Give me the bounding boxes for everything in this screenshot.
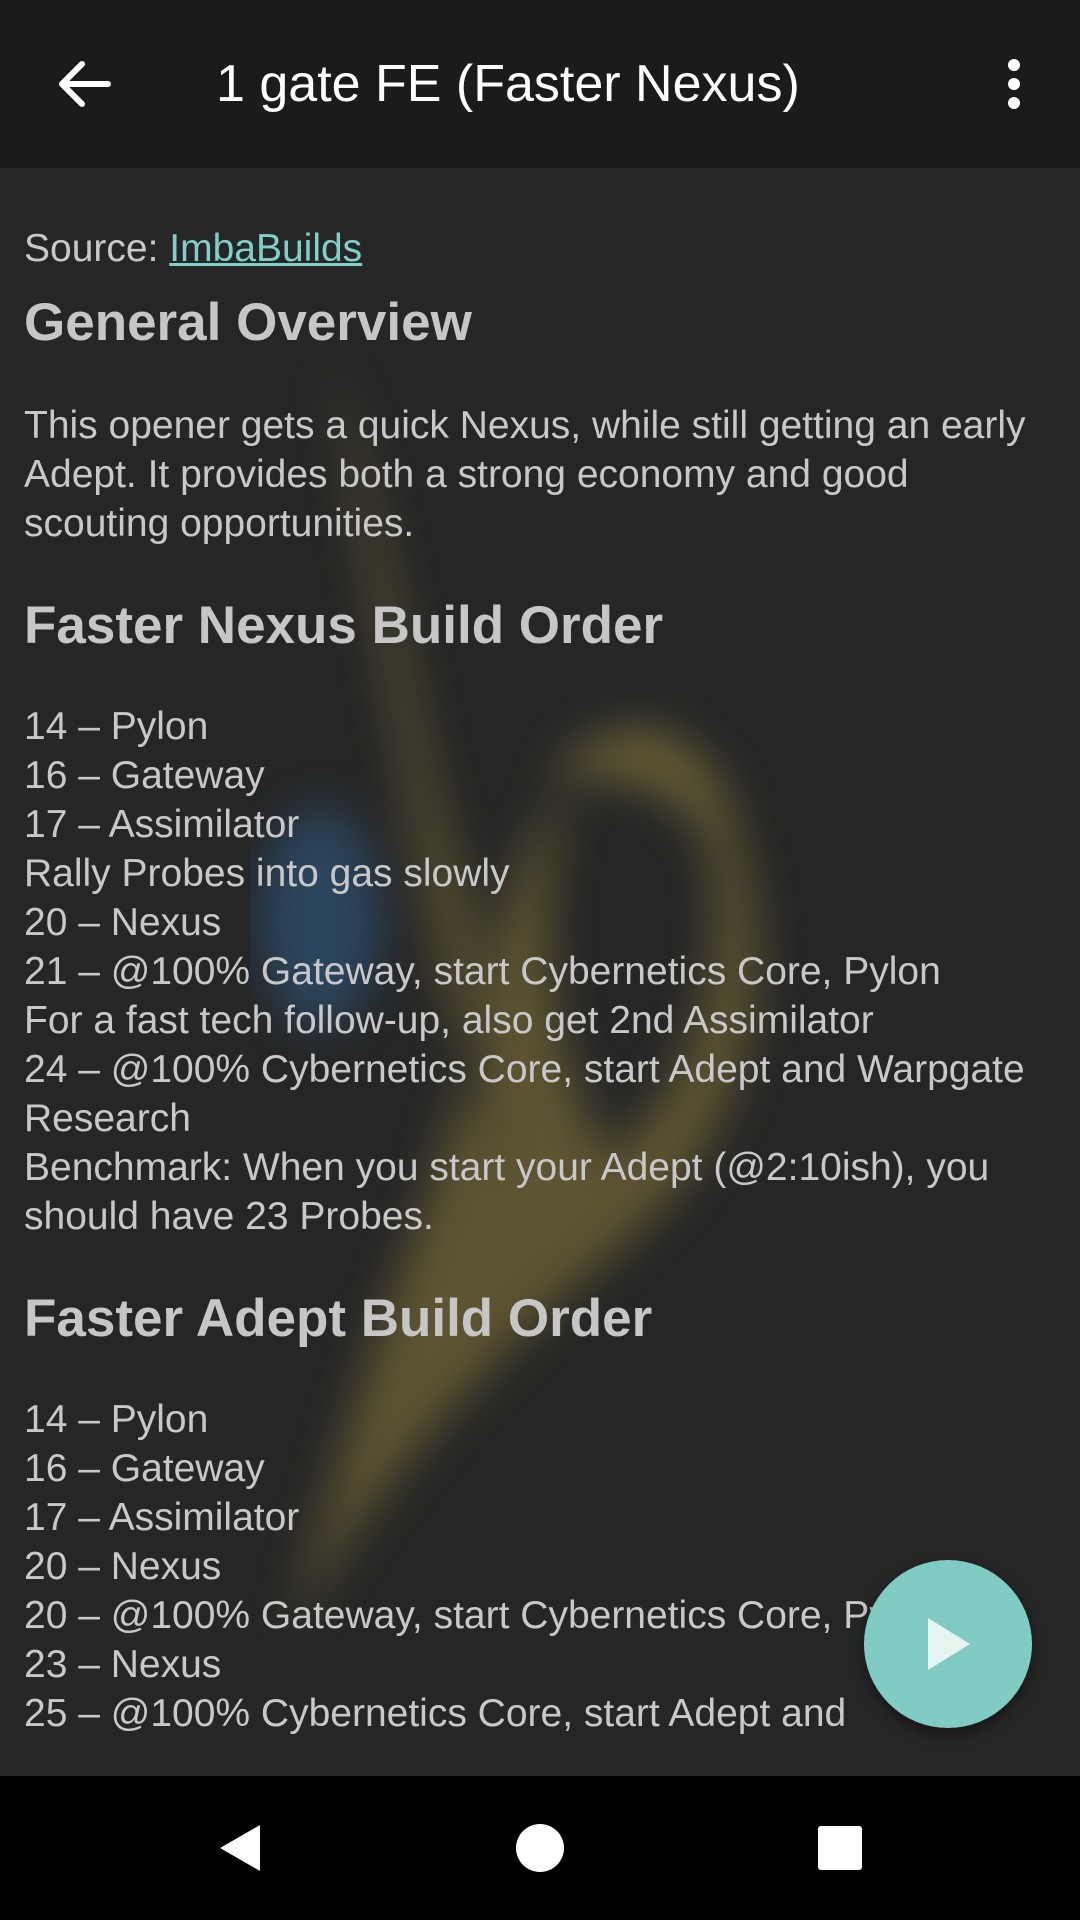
faster-nexus-heading: Faster Nexus Build Order (24, 596, 664, 655)
faster-nexus-steps: 14 – Pylon 16 – Gateway 17 – Assimilator… (24, 702, 1059, 1241)
list-item: Rally Probes into gas slowly (24, 852, 510, 895)
nav-recents-button[interactable] (800, 1808, 880, 1888)
article-content[interactable]: Source: ImbaBuilds General Overview This… (0, 168, 1080, 1776)
more-vert-icon (1008, 59, 1020, 109)
general-overview-text: This opener gets a quick Nexus, while st… (24, 404, 1026, 545)
app-bar: 1 gate FE (Faster Nexus) (0, 0, 1080, 168)
overflow-menu-button[interactable] (990, 52, 1038, 116)
list-item: 14 – Pylon (24, 1398, 209, 1441)
source-line: Source: ImbaBuilds (24, 224, 1059, 273)
nav-back-icon (220, 1825, 260, 1871)
source-label: Source: (24, 227, 170, 270)
system-nav-bar (0, 1776, 1080, 1920)
nav-home-button[interactable] (500, 1808, 580, 1888)
list-item: 17 – Assimilator (24, 803, 300, 846)
nav-home-icon (516, 1824, 564, 1872)
page-title: 1 gate FE (Faster Nexus) (216, 55, 800, 113)
list-item: 20 – Nexus (24, 901, 222, 944)
list-item: Benchmark: When you start your Adept (@2… (24, 1146, 990, 1238)
list-item: For a fast tech follow-up, also get 2nd … (24, 999, 874, 1042)
list-item: 24 – @100% Cybernetics Core, start Adept… (24, 1048, 1025, 1140)
list-item: 16 – Gateway (24, 1447, 265, 1490)
play-button[interactable] (864, 1560, 1032, 1728)
back-button[interactable] (48, 52, 120, 116)
source-link[interactable]: ImbaBuilds (169, 227, 362, 270)
list-item: 21 – @100% Gateway, start Cybernetics Co… (24, 950, 941, 993)
list-item: 16 – Gateway (24, 754, 265, 797)
list-item: 14 – Pylon (24, 705, 209, 748)
list-item: 17 – Assimilator (24, 1496, 300, 1539)
play-icon (928, 1618, 970, 1670)
faster-adept-heading: Faster Adept Build Order (24, 1289, 653, 1348)
nav-recents-icon (818, 1826, 862, 1870)
arrow-left-icon (59, 61, 111, 107)
general-overview-heading: General Overview (24, 293, 472, 352)
nav-back-button[interactable] (200, 1808, 280, 1888)
